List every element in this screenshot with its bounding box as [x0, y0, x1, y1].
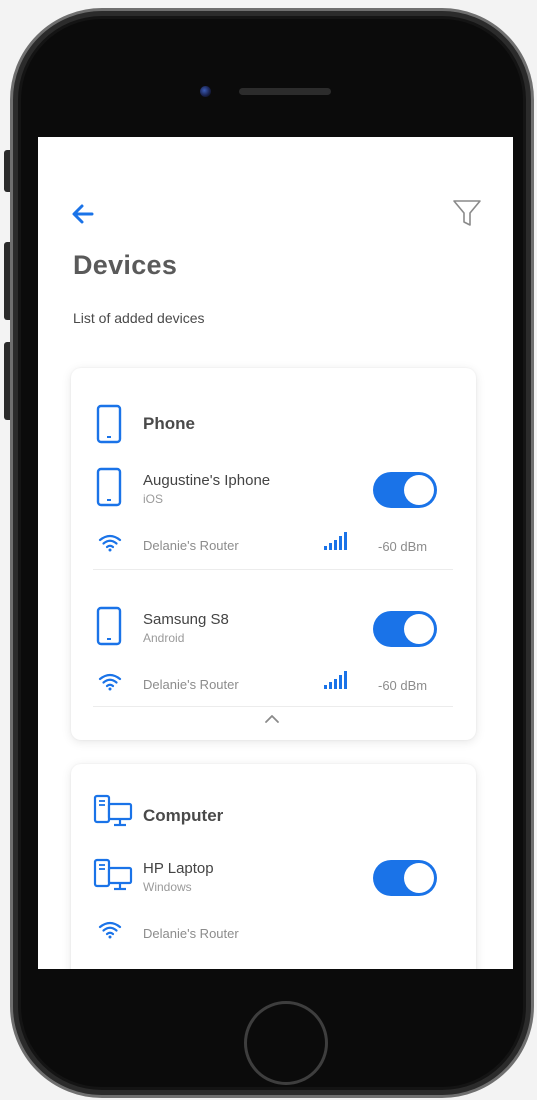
- signal-dbm: -60 dBm: [378, 678, 428, 693]
- page-subtitle: List of added devices: [73, 310, 205, 326]
- app-screen: Devices List of added devices Phone Augu…: [38, 137, 513, 969]
- category-card-computer: Computer HP Laptop Windows Delanie's Rou…: [71, 764, 476, 969]
- chevron-up-icon[interactable]: [264, 712, 280, 730]
- wifi-icon: [98, 920, 122, 945]
- device-os: Windows: [143, 880, 192, 894]
- toggle-knob: [404, 614, 434, 644]
- earpiece-speaker: [239, 88, 331, 95]
- router-name: Delanie's Router: [143, 538, 239, 553]
- desktop-computer-icon: [93, 794, 133, 833]
- device-name: Samsung S8: [143, 611, 229, 628]
- device-enable-toggle[interactable]: [373, 860, 437, 896]
- toggle-knob: [404, 475, 434, 505]
- device-name: HP Laptop: [143, 860, 214, 877]
- divider: [93, 706, 453, 707]
- smartphone-icon: [96, 467, 122, 512]
- category-label: Phone: [143, 414, 195, 433]
- router-name: Delanie's Router: [143, 677, 239, 692]
- front-camera: [200, 86, 211, 97]
- signal-strength-icon: [323, 670, 349, 695]
- arrow-left-icon[interactable]: [68, 202, 98, 226]
- device-name: Augustine's Iphone: [143, 472, 271, 489]
- device-os: iOS: [143, 492, 164, 506]
- wifi-icon: [98, 672, 122, 697]
- wifi-icon: [98, 533, 122, 558]
- device-os: Android: [143, 631, 185, 645]
- device-enable-toggle[interactable]: [373, 472, 437, 508]
- signal-strength-icon: [323, 531, 349, 556]
- category-card-phone: Phone Augustine's Iphone iOS Delanie's R…: [71, 368, 476, 740]
- filter-funnel-icon[interactable]: [451, 197, 483, 229]
- signal-dbm: -60 dBm: [378, 539, 428, 554]
- page-title: Devices: [73, 250, 178, 280]
- smartphone-icon: [96, 606, 122, 651]
- divider: [93, 569, 453, 570]
- desktop-computer-icon: [93, 858, 133, 897]
- router-name: Delanie's Router: [143, 926, 239, 941]
- home-button[interactable]: [244, 1001, 328, 1085]
- toggle-knob: [404, 863, 434, 893]
- smartphone-icon: [96, 404, 122, 449]
- device-enable-toggle[interactable]: [373, 611, 437, 647]
- category-label: Computer: [143, 806, 224, 825]
